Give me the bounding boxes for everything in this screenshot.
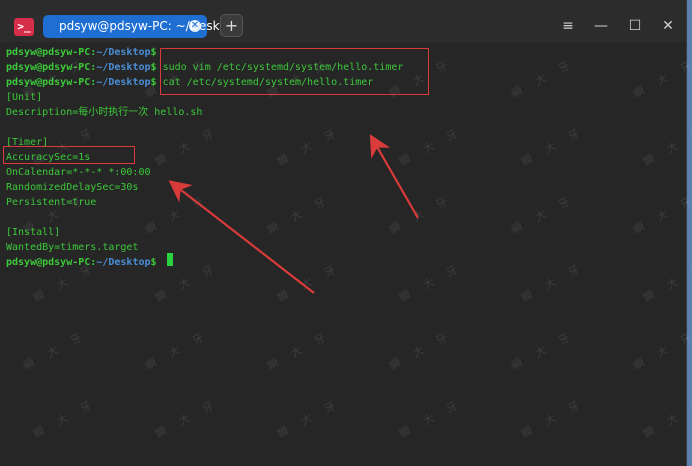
prompt-path: ~/Desktop [96, 257, 151, 268]
new-tab-button[interactable]: + [220, 14, 243, 37]
output-line: Description=每小时执行一次 hello.sh [6, 107, 203, 118]
output-line: WantedBy=timers.target [6, 242, 139, 253]
output-line: OnCalendar=*-*-* *:00:00 [6, 167, 151, 178]
prompt-user: pdsyw@pdsyw-PC [6, 257, 91, 268]
terminal-window: >_ pdsyw@pdsyw-PC: ~/Desktop ✕ + ≡ — ☐ ✕… [0, 0, 692, 466]
prompt-line: pdsyw@pdsyw-PC:~/Desktop$ [6, 45, 157, 60]
prompt-end: $ [150, 257, 157, 268]
prompt-line: pdsyw@pdsyw-PC:~/Desktop$ [6, 255, 157, 270]
close-icon[interactable]: ✕ [189, 20, 201, 32]
highlight-box-commands [160, 48, 429, 95]
close-window-icon[interactable]: ✕ [657, 15, 679, 37]
terminal-app-icon: >_ [14, 18, 34, 36]
highlight-box-accuracy [3, 146, 135, 164]
minimize-icon[interactable]: — [590, 15, 612, 37]
prompt-user: pdsyw@pdsyw-PC [6, 47, 91, 58]
tab-title: pdsyw@pdsyw-PC: ~/Desktop [59, 19, 240, 33]
output-line: [Unit] [6, 92, 43, 103]
output-line: Persistent=true [6, 197, 97, 208]
prompt-user: pdsyw@pdsyw-PC [6, 62, 91, 73]
prompt-end: $ [150, 47, 157, 58]
text-cursor [167, 253, 173, 266]
title-bar: >_ pdsyw@pdsyw-PC: ~/Desktop ✕ + ≡ — ☐ ✕ [0, 0, 686, 42]
maximize-icon[interactable]: ☐ [624, 15, 646, 37]
output-line: [Install] [6, 227, 61, 238]
terminal-output[interactable]: pdsyw@pdsyw-PC:~/Desktop$ pdsyw@pdsyw-PC… [6, 44, 682, 462]
tab-terminal[interactable]: pdsyw@pdsyw-PC: ~/Desktop ✕ [43, 15, 239, 38]
output-line: RandomizedDelaySec=30s [6, 182, 139, 193]
prompt-path: ~/Desktop [96, 77, 151, 88]
prompt-user: pdsyw@pdsyw-PC [6, 77, 91, 88]
prompt-path: ~/Desktop [96, 62, 151, 73]
menu-icon[interactable]: ≡ [557, 15, 579, 37]
prompt-path: ~/Desktop [96, 47, 151, 58]
